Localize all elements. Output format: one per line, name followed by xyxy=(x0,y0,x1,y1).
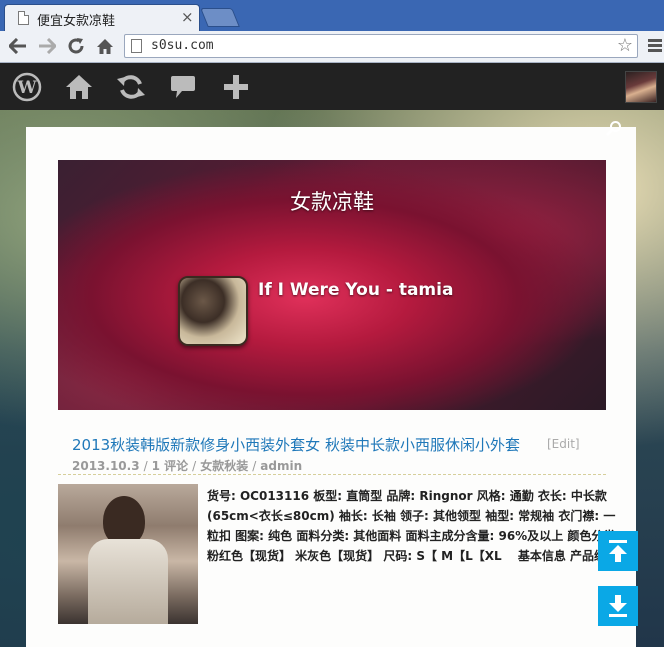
comment-icon[interactable] xyxy=(167,71,199,103)
post-title[interactable]: 2013秋装韩版新款修身小西装外套女 秋装中长款小西服休闲小外套 xyxy=(72,434,520,455)
close-icon[interactable]: × xyxy=(181,8,194,26)
post-date: 2013.10.3 xyxy=(72,459,140,473)
site-title[interactable]: 女款凉鞋 xyxy=(58,186,606,216)
home-icon xyxy=(97,38,113,54)
scroll-top-button[interactable] xyxy=(598,531,638,571)
scroll-bottom-button[interactable] xyxy=(598,586,638,626)
svg-text:W: W xyxy=(16,78,37,98)
wordpress-icon[interactable]: W xyxy=(11,71,43,103)
post-thumbnail[interactable] xyxy=(58,484,198,624)
arrow-left-icon xyxy=(9,38,26,54)
post-meta: 2013.10.3/1 评论 / 女款秋装 / admin xyxy=(72,459,303,473)
page-icon xyxy=(131,39,142,53)
category-link[interactable]: 女款秋装 xyxy=(200,459,248,473)
content-area: 女款凉鞋 If I Were You - tamia 2013秋装韩版新款修身小… xyxy=(26,127,636,647)
browser-toolbar: s0su.com ☆ xyxy=(0,31,664,63)
user-avatar[interactable] xyxy=(625,71,657,103)
arrow-right-icon xyxy=(39,38,56,54)
post-excerpt: 货号: OC013116 板型: 直筒型 品牌: Ringnor 风格: 通勤 … xyxy=(207,489,621,563)
back-button[interactable] xyxy=(7,35,29,57)
home-button[interactable] xyxy=(94,35,116,57)
address-bar[interactable]: s0su.com ☆ xyxy=(124,34,638,58)
tab-title: 便宜女款凉鞋 xyxy=(37,14,116,29)
url-text[interactable]: s0su.com xyxy=(151,38,214,53)
reload-button[interactable] xyxy=(65,35,87,57)
comments-link[interactable]: 1 评论 xyxy=(152,459,189,473)
menu-icon[interactable] xyxy=(648,39,662,53)
reload-icon xyxy=(68,38,84,54)
bookmark-star-icon[interactable]: ☆ xyxy=(617,36,633,56)
new-tab-button[interactable] xyxy=(200,8,240,27)
page-icon xyxy=(18,11,29,25)
refresh-icon[interactable] xyxy=(115,71,147,103)
page-viewport: 女款凉鞋 If I Were You - tamia 2013秋装韩版新款修身小… xyxy=(0,110,664,647)
tab-strip: 便宜女款凉鞋 × xyxy=(0,0,664,31)
browser-tab[interactable]: 便宜女款凉鞋 × xyxy=(4,4,200,31)
arrow-up-icon xyxy=(609,540,627,562)
wp-admin-bar: W xyxy=(0,63,664,110)
forward-button[interactable] xyxy=(36,35,58,57)
divider xyxy=(58,474,606,475)
music-cover-avatar xyxy=(178,276,248,346)
arrow-down-icon xyxy=(609,595,627,617)
header-banner: 女款凉鞋 If I Were You - tamia xyxy=(58,160,606,410)
edit-link[interactable]: [Edit] xyxy=(547,437,580,451)
home-icon[interactable] xyxy=(63,71,95,103)
search-icon[interactable] xyxy=(606,120,622,136)
plus-icon[interactable] xyxy=(220,71,252,103)
song-title: If I Were You - tamia xyxy=(258,280,454,300)
author-link[interactable]: admin xyxy=(260,459,302,473)
